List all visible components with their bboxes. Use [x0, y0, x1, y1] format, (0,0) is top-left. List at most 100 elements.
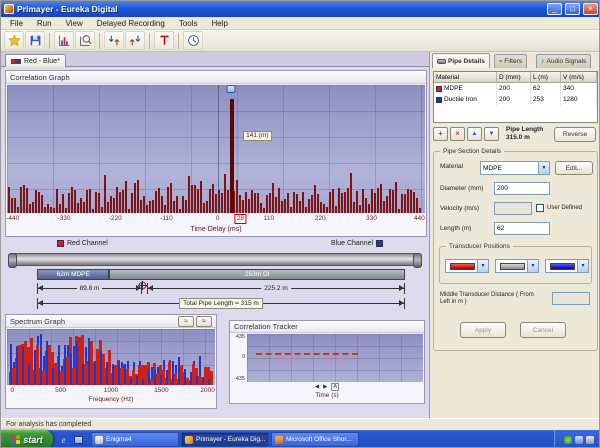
app-icon	[4, 4, 14, 14]
shift-left-transducer-button[interactable]	[104, 31, 124, 50]
tab-pipe-details[interactable]: Pipe Details	[432, 53, 490, 68]
x-tick: 0	[10, 387, 14, 394]
tracker-delay-trace	[256, 353, 358, 355]
primayer-app-icon	[185, 436, 193, 444]
spectrum-header: Spectrum Graph ≈ ≈	[6, 315, 216, 328]
new-correlation-button[interactable]	[4, 31, 24, 50]
reverse-button[interactable]: Reverse	[554, 127, 596, 142]
edit-material-button[interactable]: Edit...	[555, 161, 593, 175]
cursor-handle[interactable]	[227, 85, 236, 93]
windows-taskbar: start e Enigma4 Primayer - Eureka Dig...…	[1, 430, 600, 448]
spectrum-plot[interactable]	[7, 329, 215, 385]
add-section-button[interactable]: +	[433, 127, 448, 141]
x-tick: 110	[264, 215, 274, 222]
middle-transducer-combo[interactable]: ▼	[495, 259, 539, 273]
toolbar-separator	[178, 33, 179, 49]
cursor-value-label: 28	[235, 214, 246, 224]
minimize-button[interactable]: _	[547, 3, 562, 15]
x-tick: 440	[414, 215, 425, 222]
tracker-rewind-button[interactable]: ◀	[315, 384, 319, 390]
tray-network-icon[interactable]	[575, 436, 583, 444]
antenna-button[interactable]	[154, 31, 174, 50]
user-defined-checkbox[interactable]	[536, 204, 544, 212]
x-tick: 220	[315, 215, 326, 222]
chevron-down-icon[interactable]: ▼	[577, 260, 588, 272]
spectrum-graph-panel: Spectrum Graph ≈ ≈ 0 500 1000 1500 2000 …	[5, 314, 217, 409]
red-transducer-icon	[57, 240, 64, 247]
delayed-recording-button[interactable]	[183, 31, 203, 50]
y-tick: 435	[236, 334, 245, 340]
table-row[interactable]: MDPE 200 62 340	[434, 83, 597, 94]
blue-spectrum-toggle[interactable]: ≈	[196, 316, 212, 327]
close-button[interactable]: ×	[583, 3, 598, 15]
tab-filters[interactable]: ≈ Filters	[494, 54, 527, 68]
col-material: Material	[434, 72, 497, 83]
pipe-segment-mdpe[interactable]: 62m MDPE	[37, 269, 109, 280]
chevron-down-icon[interactable]: ▼	[527, 260, 538, 272]
red-channel-label: Red Channel	[57, 240, 108, 247]
spectrum-x-axis-label: Frequency (Hz)	[6, 395, 216, 405]
x-tick: -440	[6, 215, 19, 222]
grey-swatch-icon	[500, 263, 525, 270]
move-up-button[interactable]: ▲	[467, 127, 482, 141]
diameter-field[interactable]	[494, 182, 550, 195]
maximize-button[interactable]: □	[565, 3, 580, 15]
correlation-plot[interactable]: 141 (m)	[7, 85, 425, 213]
chevron-down-icon[interactable]: ▼	[538, 162, 549, 174]
apply-button[interactable]: Apply	[460, 322, 506, 338]
length-field[interactable]	[494, 222, 550, 235]
correlation-graph-title: Correlation Graph	[10, 73, 70, 82]
menu-help[interactable]: Help	[205, 19, 235, 28]
spectrum-series	[9, 329, 214, 385]
shift-right-transducer-button[interactable]	[125, 31, 145, 50]
tracker-x-axis-label: Time (s)	[230, 391, 424, 401]
material-combo[interactable]: MDPE ▼	[480, 161, 550, 175]
transducer-positions-title: Transducer Positions	[446, 242, 513, 251]
tracker-autoscale-button[interactable]: A	[331, 383, 339, 391]
menu-run[interactable]: Run	[30, 19, 59, 28]
menu-view[interactable]: View	[59, 19, 90, 28]
row-color-icon	[436, 86, 442, 92]
tracker-plot[interactable]	[247, 334, 423, 382]
task-button-enigma[interactable]: Enigma4	[91, 432, 179, 447]
red-blue-arrows-icon	[129, 34, 142, 47]
x-tick: 1500	[154, 387, 168, 394]
tab-audio-signals[interactable]: ♪ Audio Signals	[536, 54, 591, 68]
delete-section-button[interactable]: ×	[450, 127, 465, 141]
col-length: L (m)	[531, 72, 561, 83]
red-spectrum-toggle[interactable]: ≈	[178, 316, 194, 327]
pipe-segment-di[interactable]: 253m DI	[109, 269, 405, 280]
cancel-button[interactable]: Cancel	[520, 322, 566, 338]
menu-tools[interactable]: Tools	[172, 19, 205, 28]
table-row[interactable]: Ductile Iron 200 253 1280	[434, 94, 597, 105]
status-bar: For analysis has completed	[1, 418, 600, 430]
correlation-view-button[interactable]	[54, 31, 74, 50]
col-diameter: D (mm)	[497, 72, 531, 83]
office-app-icon	[275, 436, 283, 444]
start-button[interactable]: start	[1, 430, 53, 448]
tracker-forward-button[interactable]: ▶	[323, 384, 327, 390]
document-tab[interactable]: Red - Blue*	[5, 54, 66, 67]
save-button[interactable]	[25, 31, 45, 50]
tracker-y-axis: 435 0 -435	[230, 334, 247, 382]
magnifier-icon	[79, 34, 92, 47]
red-transducer-combo[interactable]: ▼	[445, 259, 489, 273]
task-button-office[interactable]: Microsoft Office Shor...	[271, 432, 359, 447]
task-button-primayer[interactable]: Primayer - Eureka Dig...	[181, 432, 269, 447]
tray-shield-icon[interactable]	[564, 436, 572, 444]
zoom-graph-button[interactable]	[75, 31, 95, 50]
menu-file[interactable]: File	[3, 19, 30, 28]
menu-delayed-recording[interactable]: Delayed Recording	[90, 19, 172, 28]
chevron-down-icon[interactable]: ▼	[477, 260, 488, 272]
window-title: Primayer - Eureka Digital	[17, 4, 544, 14]
correlation-x-axis: -440 -330 -220 -110 0 28 110 220 330 440	[6, 214, 426, 224]
internet-explorer-icon[interactable]: e	[57, 433, 70, 446]
pipe-materials-table: Material D (mm) L (m) V (m/s) MDPE 200 6…	[433, 71, 598, 123]
blue-channel-label: Blue Channel	[331, 240, 383, 247]
move-down-button[interactable]: ▼	[484, 127, 499, 141]
enigma-app-icon	[95, 436, 103, 444]
tray-volume-icon[interactable]	[586, 436, 594, 444]
blue-transducer-combo[interactable]: ▼	[545, 259, 589, 273]
x-tick: 330	[366, 215, 377, 222]
show-desktop-icon[interactable]	[72, 433, 85, 446]
